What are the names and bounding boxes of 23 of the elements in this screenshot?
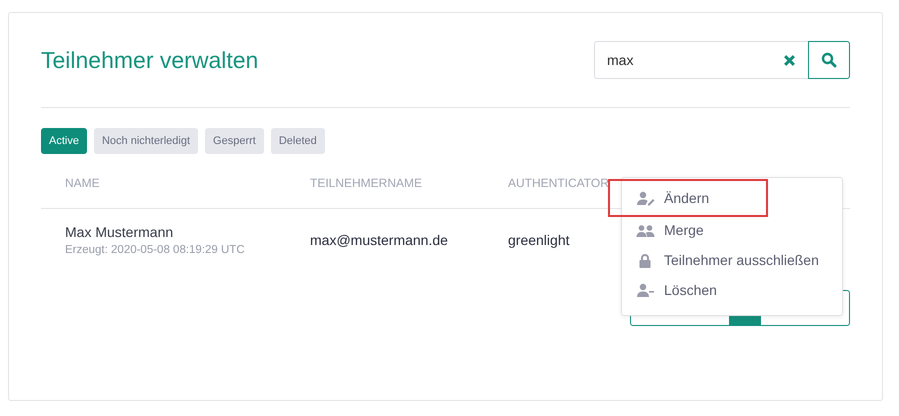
filter-tab[interactable]: Deleted [270, 128, 325, 154]
filter-tab[interactable]: Noch nichterledigt [94, 128, 198, 154]
column-header: NAME [65, 176, 100, 192]
search-button[interactable] [808, 41, 850, 79]
user-minus-icon [636, 282, 655, 298]
menu-item[interactable]: Teilnehmer ausschließen [622, 245, 842, 275]
table-cell: max@mustermann.de [310, 232, 448, 248]
table-cell: greenlight [508, 232, 570, 248]
clear-icon[interactable] [783, 54, 796, 66]
page-title: Teilnehmer verwalten [41, 46, 258, 74]
user-edit-icon [636, 190, 655, 206]
menu-item[interactable]: Merge [622, 215, 842, 245]
column-header: TEILNEHMERNAME [310, 176, 422, 192]
filter-tab[interactable]: Gesperrt [205, 128, 264, 154]
users-icon [636, 222, 655, 238]
participant-name: Max Mustermann [65, 224, 174, 240]
menu-item[interactable]: Ändern [608, 179, 768, 217]
menu-item[interactable]: Löschen [622, 275, 842, 305]
filter-tab[interactable]: Active [41, 128, 87, 154]
search-icon [821, 52, 837, 68]
created-date: Erzeugt: 2020-05-08 08:19:29 UTC [65, 244, 246, 256]
column-header: AUTHENTICATOR [508, 176, 609, 192]
search-field[interactable]: max [594, 41, 808, 79]
